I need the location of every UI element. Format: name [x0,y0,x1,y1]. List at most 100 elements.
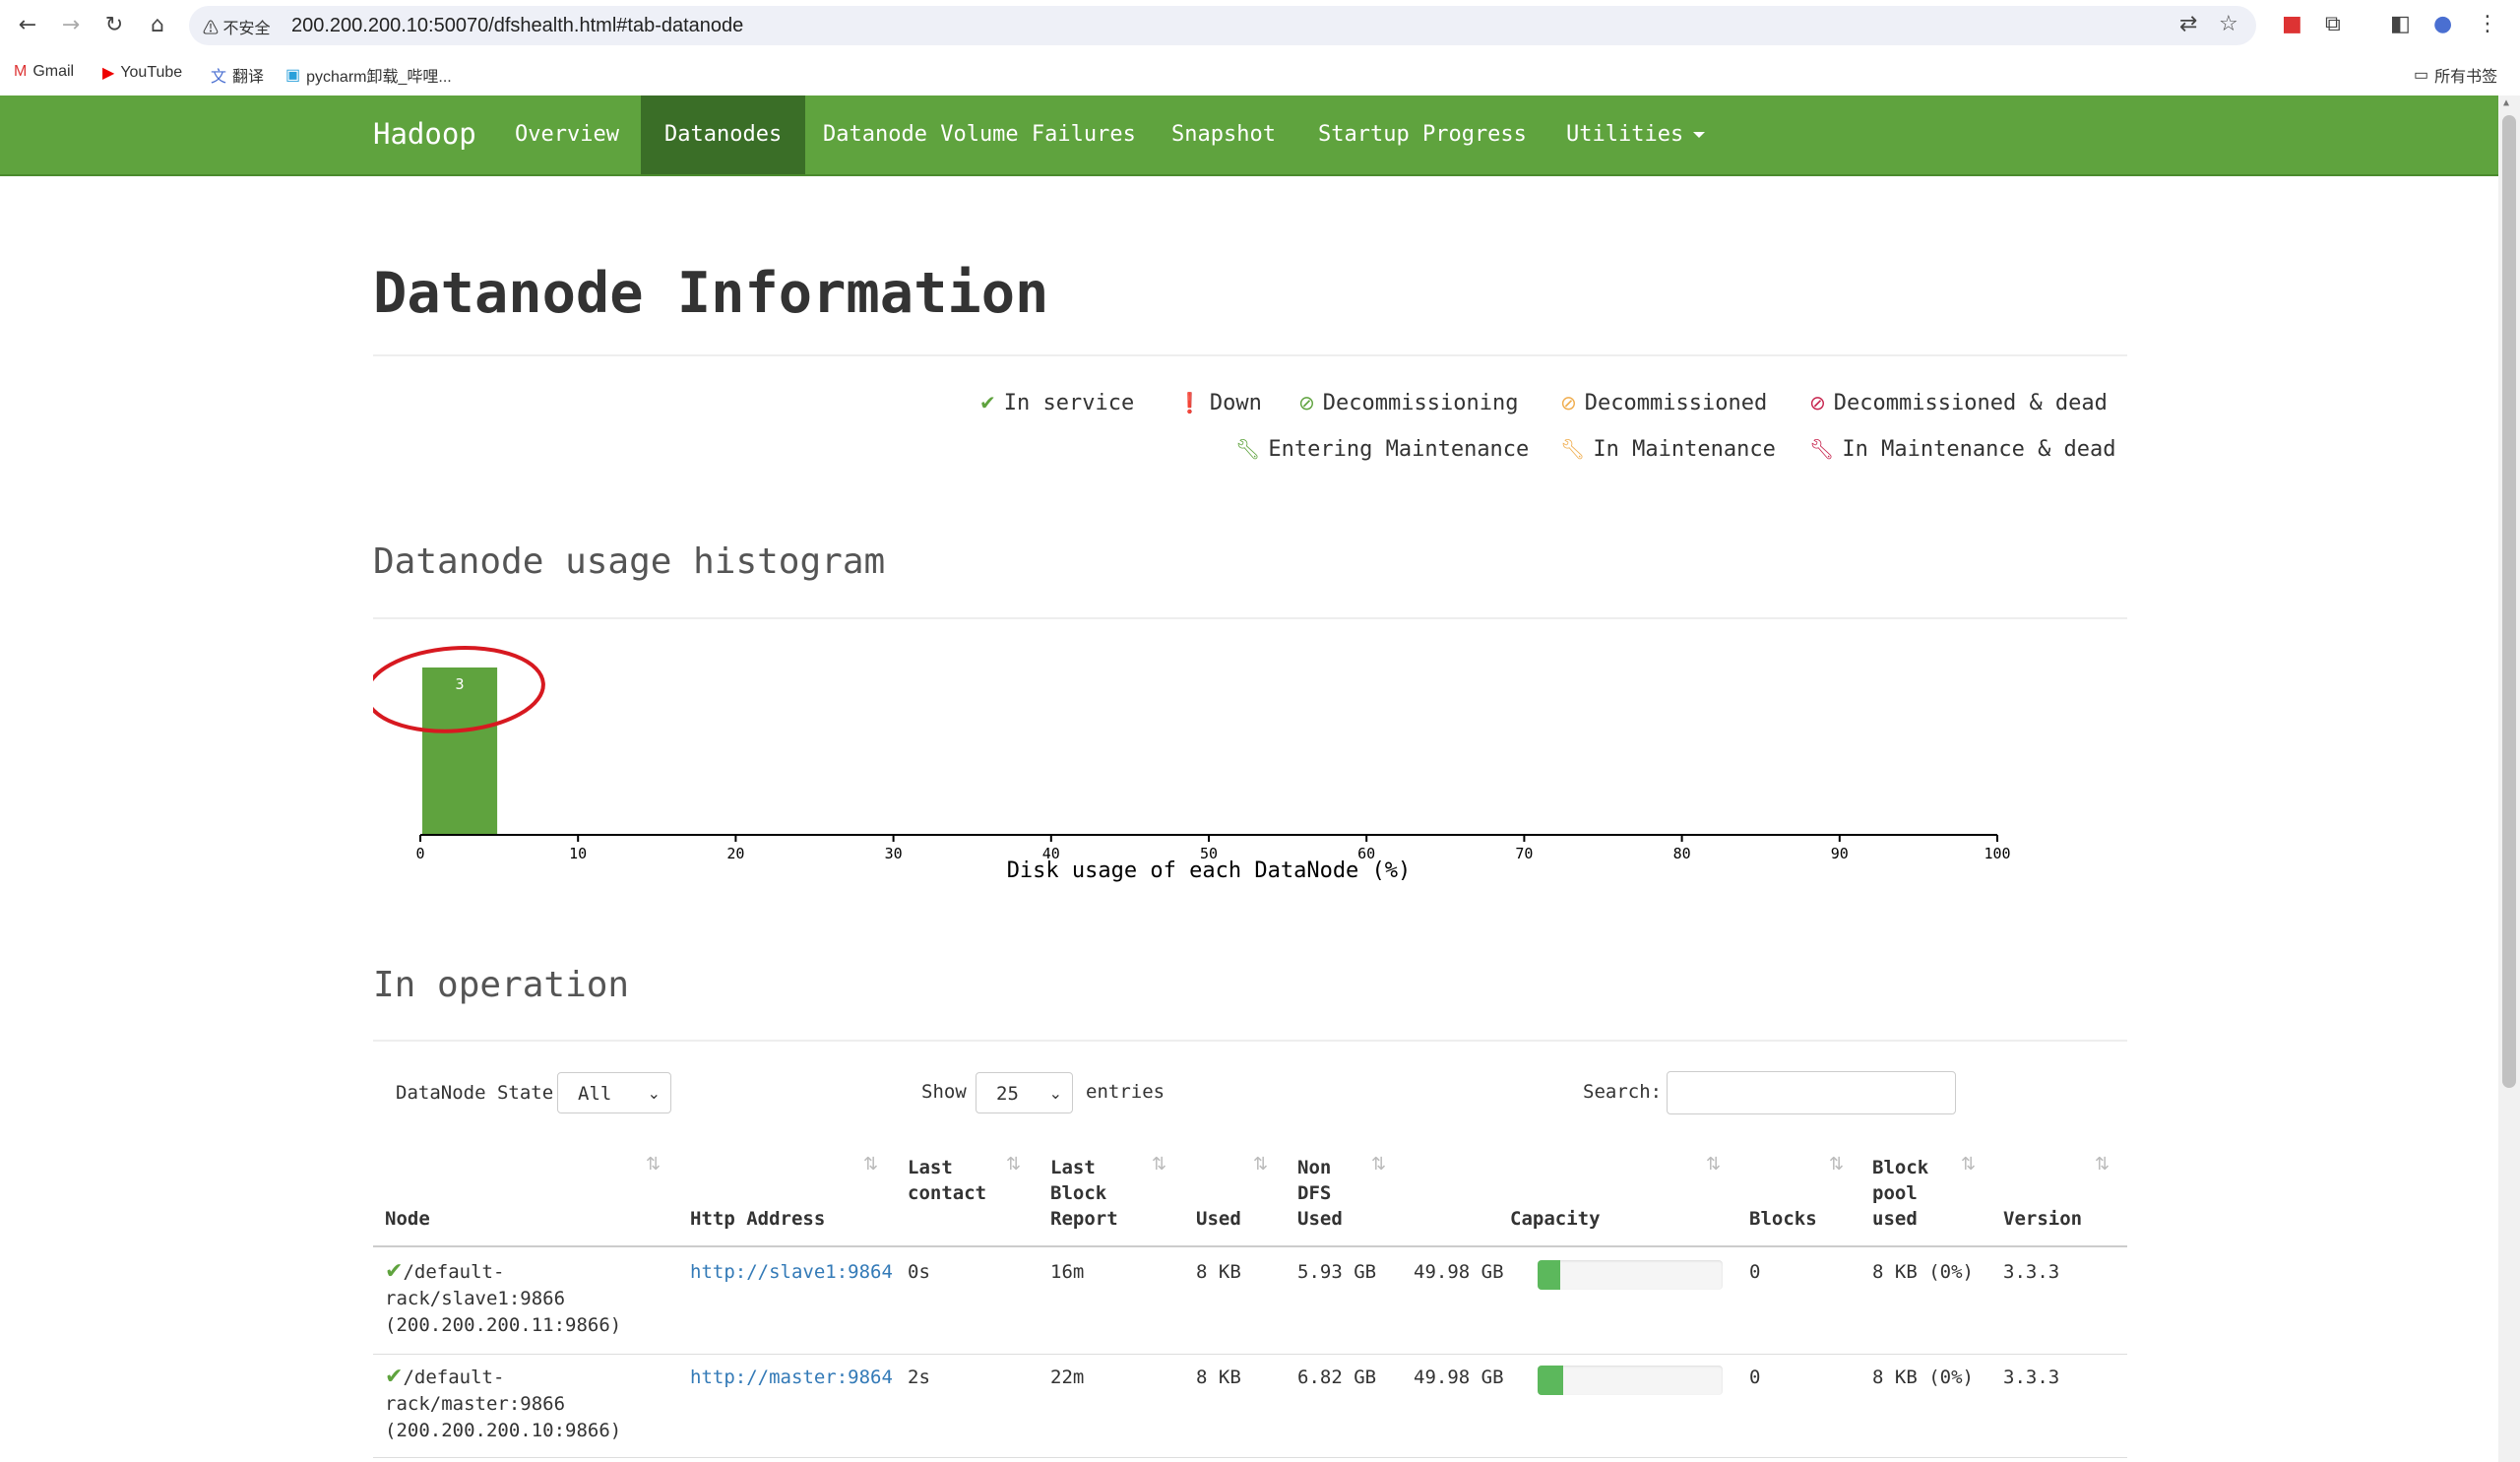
divider [373,1040,2127,1042]
sort-icon[interactable]: ⇅ [2095,1154,2110,1175]
entries-label: entries [1086,1081,1166,1103]
menu-kebab-icon[interactable]: ⋮ [2477,12,2498,36]
search-label: Search: [1583,1081,1663,1103]
non-dfs-used-cell: 5.93 GB [1297,1261,1377,1283]
nav-utilities[interactable]: Utilities [1552,95,1719,174]
check-icon: ✔ [385,1259,404,1284]
last-contact-cell: 0s [908,1261,930,1283]
url-text[interactable]: 200.200.200.10:50070/dfshealth.html#tab-… [291,15,743,37]
x-axis-label: Disk usage of each DataNode (%) [1007,858,1412,883]
check-icon: ✔ [979,391,996,414]
row-divider [373,1457,2127,1458]
http-address-link[interactable]: http://slave1:9864 [690,1259,893,1286]
col-last-contact[interactable]: Last contact [908,1155,986,1206]
hadoop-navbar: Hadoop Overview Datanodes Datanode Volum… [0,95,2498,176]
capacity-fill [1538,1366,1564,1395]
scroll-up-arrow-icon[interactable]: ▲ [2503,97,2509,108]
datanode-state-select[interactable]: All ⌄ [557,1072,671,1113]
reload-icon[interactable]: ↻ [100,12,128,39]
profile-avatar-icon[interactable]: ● [2433,12,2452,36]
col-blocks[interactable]: Blocks [1749,1206,1817,1232]
col-http-address[interactable]: Http Address [690,1206,825,1232]
last-contact-cell: 2s [908,1367,930,1388]
wrench-icon: 🔧︎ [1809,437,1835,461]
forward-arrow-icon[interactable]: → [57,12,85,39]
brand-logo[interactable]: Hadoop [373,117,476,151]
blocks-cell: 0 [1749,1261,1761,1283]
bookmark-translate[interactable]: 文翻译 [211,63,264,87]
legend-down: ❗ Down [1177,391,1262,415]
x-tick-label: 90 [1831,845,1849,862]
sort-icon[interactable]: ⇅ [1371,1154,1386,1175]
bookmark-pycharm[interactable]: ▣ pycharm卸载_哔哩... [285,63,452,87]
translate-icon: 文 [211,69,227,86]
caret-down-icon [1693,132,1706,138]
col-version[interactable]: Version [2003,1206,2082,1232]
sort-icon[interactable]: ⇅ [1706,1154,1721,1175]
address-bar[interactable]: ⚠ 不安全 200.200.200.10:50070/dfshealth.htm… [189,6,2256,45]
chevron-down-icon: ⌄ [647,1084,661,1103]
sort-icon[interactable]: ⇅ [1006,1154,1021,1175]
bookmark-gmail[interactable]: M Gmail [14,63,74,81]
ban-icon: ⊘ [1809,391,1826,414]
bookmark-youtube[interactable]: ▶ YouTube [102,63,182,83]
legend-decommissioned: ⊘ Decommissioned [1560,391,1768,415]
sort-icon[interactable]: ⇅ [863,1154,878,1175]
col-last-block-report[interactable]: Last Block Report [1050,1155,1129,1232]
x-tick-label: 100 [1984,845,2010,862]
x-tick-label: 10 [569,845,587,862]
youtube-icon: ▶ [102,65,115,82]
page-title: Datanode Information [373,261,1049,326]
scrollbar-thumb[interactable] [2502,115,2516,1088]
x-tick-label: 70 [1515,845,1533,862]
last-block-report-cell: 16m [1050,1261,1085,1283]
security-warning[interactable]: ⚠ 不安全 [203,15,270,38]
legend-in-service: ✔ In service [979,391,1135,415]
translate-icon[interactable]: ⇄ [2179,12,2197,36]
sort-icon[interactable]: ⇅ [1829,1154,1844,1175]
x-tick-label: 80 [1673,845,1691,862]
show-label: Show [921,1081,967,1103]
gmail-icon: M [14,63,28,80]
nav-datanodes[interactable]: Datanodes [641,95,806,174]
legend-decommissioned-dead: ⊘ Decommissioned & dead [1809,391,2108,415]
nav-volume-failures[interactable]: Datanode Volume Failures [809,95,1150,174]
bookmark-star-icon[interactable]: ☆ [2219,12,2238,36]
extension-icon[interactable]: ■ [2282,12,2302,36]
http-address-link[interactable]: http://master:9864 [690,1365,893,1391]
page-size-select[interactable]: 25 ⌄ [976,1072,1073,1113]
ban-icon: ⊘ [1560,391,1577,414]
sort-icon[interactable]: ⇅ [646,1154,661,1175]
sort-icon[interactable]: ⇅ [1253,1154,1268,1175]
col-node[interactable]: Node [385,1206,430,1232]
col-block-pool-used[interactable]: Block pool used [1872,1155,1941,1232]
version-cell: 3.3.3 [2003,1367,2060,1388]
bilibili-icon: ▣ [285,67,301,84]
bookmarks-bar: M Gmail ▶ YouTube 文翻译 ▣ pycharm卸载_哔哩... ▭ 所有… [0,55,2520,91]
home-icon[interactable]: ⌂ [144,12,171,39]
col-non-dfs-used[interactable]: Non DFS Used [1297,1155,1356,1232]
version-cell: 3.3.3 [2003,1261,2060,1283]
wrench-icon: 🔧︎ [1560,437,1586,461]
sort-icon[interactable]: ⇅ [1961,1154,1976,1175]
legend-entering-maintenance: 🔧︎ Entering Maintenance [1235,437,1530,462]
datanode-state-label: DataNode State [396,1082,554,1104]
capacity-progress-bar [1538,1366,1723,1395]
col-used[interactable]: Used [1196,1206,1241,1232]
page-scrollbar[interactable]: ▲ [2498,95,2520,1462]
exclamation-circle-icon: ❗ [1177,391,1202,414]
nav-overview[interactable]: Overview [501,95,633,174]
extensions-puzzle-icon[interactable]: ⧉ [2325,12,2341,36]
col-capacity[interactable]: Capacity [1510,1206,1601,1232]
browser-toolbar: ← → ↻ ⌂ ⚠ 不安全 200.200.200.10:50070/dfshe… [0,0,2520,51]
search-input[interactable] [1667,1071,1956,1114]
sort-icon[interactable]: ⇅ [1152,1154,1166,1175]
bookmark-all[interactable]: ▭ 所有书签 [2414,63,2497,87]
back-arrow-icon[interactable]: ← [14,12,41,39]
nav-startup-progress[interactable]: Startup Progress [1304,95,1541,174]
nav-snapshot[interactable]: Snapshot [1158,95,1290,174]
usage-histogram: 30 10 20 30 40 50 60 70 80 90 100Disk usage of eac… [373,645,2011,883]
chevron-down-icon: ⌄ [1048,1084,1062,1103]
node-cell: ✔/default- rack/slave1:9866 (200.200.200… [385,1259,622,1336]
side-panel-icon[interactable]: ◧ [2390,12,2411,36]
